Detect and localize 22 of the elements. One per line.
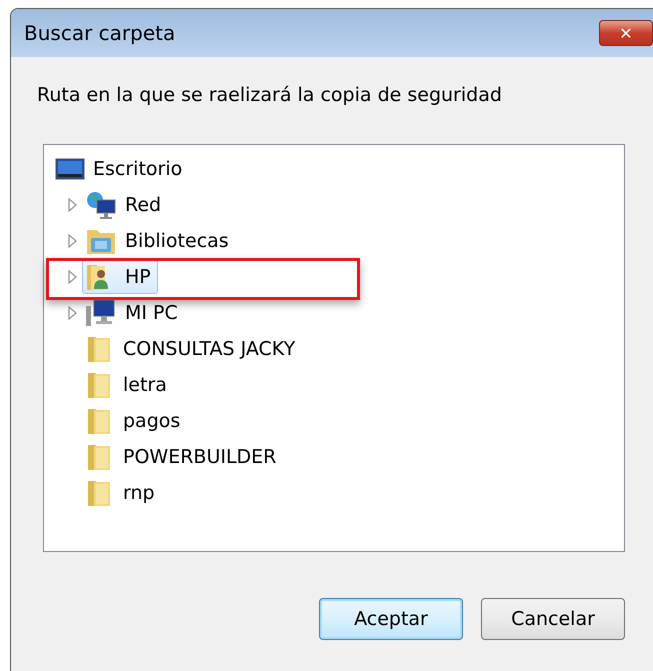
close-button[interactable]: ✕ — [599, 20, 653, 46]
tree-item[interactable]: Red — [82, 188, 168, 222]
desktop-icon — [55, 157, 85, 181]
instruction-text: Ruta en la que se raelizará la copia de seguridad — [37, 84, 503, 106]
tree-item[interactable]: pagos — [82, 404, 188, 438]
tree-item[interactable]: CONSULTAS JACKY — [82, 332, 302, 366]
window-title: Buscar carpeta — [24, 21, 176, 45]
expand-arrow-icon[interactable] — [68, 234, 78, 248]
tree-item[interactable]: HP — [82, 260, 158, 294]
tree-item[interactable]: POWERBUILDER — [82, 440, 284, 474]
dialog-button[interactable]: Aceptar — [319, 598, 463, 640]
computer-icon — [85, 298, 117, 328]
tree-item[interactable]: Escritorio — [52, 155, 190, 183]
dialog-button[interactable]: Cancelar — [481, 598, 625, 640]
tree-item[interactable]: Bibliotecas — [82, 224, 236, 258]
tree-item[interactable]: letra — [82, 368, 174, 402]
expand-arrow-icon[interactable] — [68, 270, 78, 284]
tree-item[interactable]: MI PC — [82, 296, 185, 330]
tree-item[interactable]: rnp — [82, 476, 162, 510]
globe-monitor-icon — [85, 190, 117, 220]
expand-arrow-icon[interactable] — [68, 306, 78, 320]
expand-arrow-icon[interactable] — [68, 198, 78, 212]
